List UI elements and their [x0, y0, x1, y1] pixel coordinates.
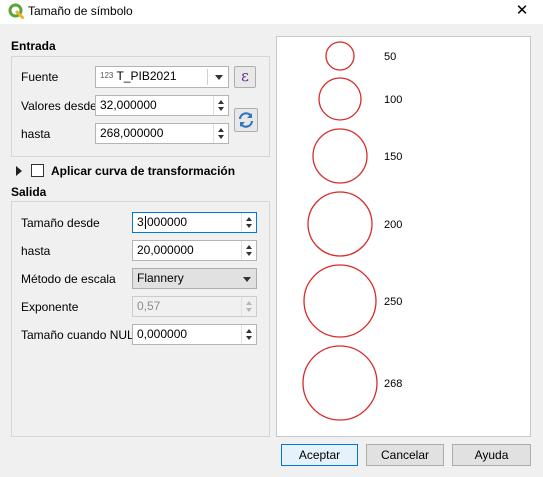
close-button[interactable]: ✕ — [501, 0, 543, 24]
spin-arrows[interactable] — [241, 213, 256, 232]
expression-icon: ε — [241, 67, 249, 85]
legend-circle — [303, 264, 377, 338]
legend-circle — [318, 77, 362, 121]
legend-value-label: 100 — [384, 94, 402, 106]
title-bar: Tamaño de símbolo ✕ — [0, 0, 543, 24]
size-to-label: hasta — [21, 244, 51, 258]
input-section-heading: Entrada — [11, 39, 56, 53]
null-size-value: 0,000000 — [137, 327, 188, 341]
qgis-logo-icon — [8, 3, 24, 19]
null-size-label: Tamaño cuando NULO — [21, 328, 144, 342]
values-from-label: Valores desde — [21, 99, 97, 113]
refresh-icon — [238, 112, 254, 128]
output-section-heading: Salida — [11, 185, 47, 199]
legend-value-label: 150 — [384, 151, 402, 163]
size-from-label: Tamaño desde — [21, 216, 100, 230]
exponent-spinbox: 0,57 — [132, 296, 257, 317]
chevron-down-icon — [243, 277, 251, 282]
combo-separator — [207, 69, 208, 85]
spin-arrows[interactable] — [213, 124, 228, 143]
spin-arrows[interactable] — [241, 241, 256, 260]
help-button[interactable]: Ayuda — [452, 444, 531, 466]
transform-curve-label: Aplicar curva de transformación — [51, 164, 236, 178]
expression-button[interactable]: ε — [234, 66, 256, 88]
size-to-spinbox[interactable]: 20,000000 — [132, 240, 257, 261]
source-field-value: T_PIB2021 — [116, 69, 177, 83]
values-from-value: 32,000000 — [100, 98, 157, 112]
values-to-spinbox[interactable]: 268,000000 — [95, 123, 229, 144]
scale-method-select[interactable]: Flannery — [132, 268, 257, 289]
cancel-button[interactable]: Cancelar — [366, 444, 444, 466]
legend-circle — [307, 191, 373, 257]
spin-arrows[interactable] — [213, 96, 228, 115]
exponent-value: 0,57 — [137, 299, 161, 313]
scale-method-value: Flannery — [137, 271, 184, 285]
values-to-value: 268,000000 — [100, 126, 164, 140]
exponent-label: Exponente — [21, 300, 79, 314]
values-from-spinbox[interactable]: 32,000000 — [95, 95, 229, 116]
legend-circle — [302, 345, 378, 421]
legend-value-label: 200 — [384, 219, 402, 231]
numeric-field-badge: 123 — [100, 71, 114, 80]
transform-curve-checkbox[interactable] — [31, 164, 44, 177]
refresh-values-button[interactable] — [234, 108, 258, 132]
legend-value-label: 250 — [384, 296, 402, 308]
expand-arrow-icon[interactable] — [16, 166, 22, 176]
legend-value-label: 50 — [384, 51, 396, 63]
spin-arrows[interactable] — [241, 325, 256, 344]
values-to-label: hasta — [21, 127, 51, 141]
chevron-down-icon — [215, 75, 223, 80]
source-label: Fuente — [21, 70, 59, 84]
legend-preview: 50 100 150 200 250 268 — [302, 41, 402, 421]
source-field-combo[interactable]: 123 T_PIB2021 — [95, 66, 229, 88]
legend-circle — [312, 128, 368, 184]
size-preview-panel: 50 100 150 200 250 268 — [276, 36, 531, 437]
text-cursor — [145, 216, 146, 229]
output-groupbox — [11, 201, 270, 437]
size-from-spinbox[interactable]: 3,000000 — [132, 212, 257, 233]
window-title: Tamaño de símbolo — [28, 4, 133, 18]
scale-method-label: Método de escala — [21, 272, 116, 286]
spin-arrows — [241, 297, 256, 316]
legend-circle — [325, 41, 355, 71]
legend-value-label: 268 — [384, 378, 402, 390]
size-to-value: 20,000000 — [137, 243, 194, 257]
accept-button[interactable]: Aceptar — [281, 444, 358, 466]
null-size-spinbox[interactable]: 0,000000 — [132, 324, 257, 345]
